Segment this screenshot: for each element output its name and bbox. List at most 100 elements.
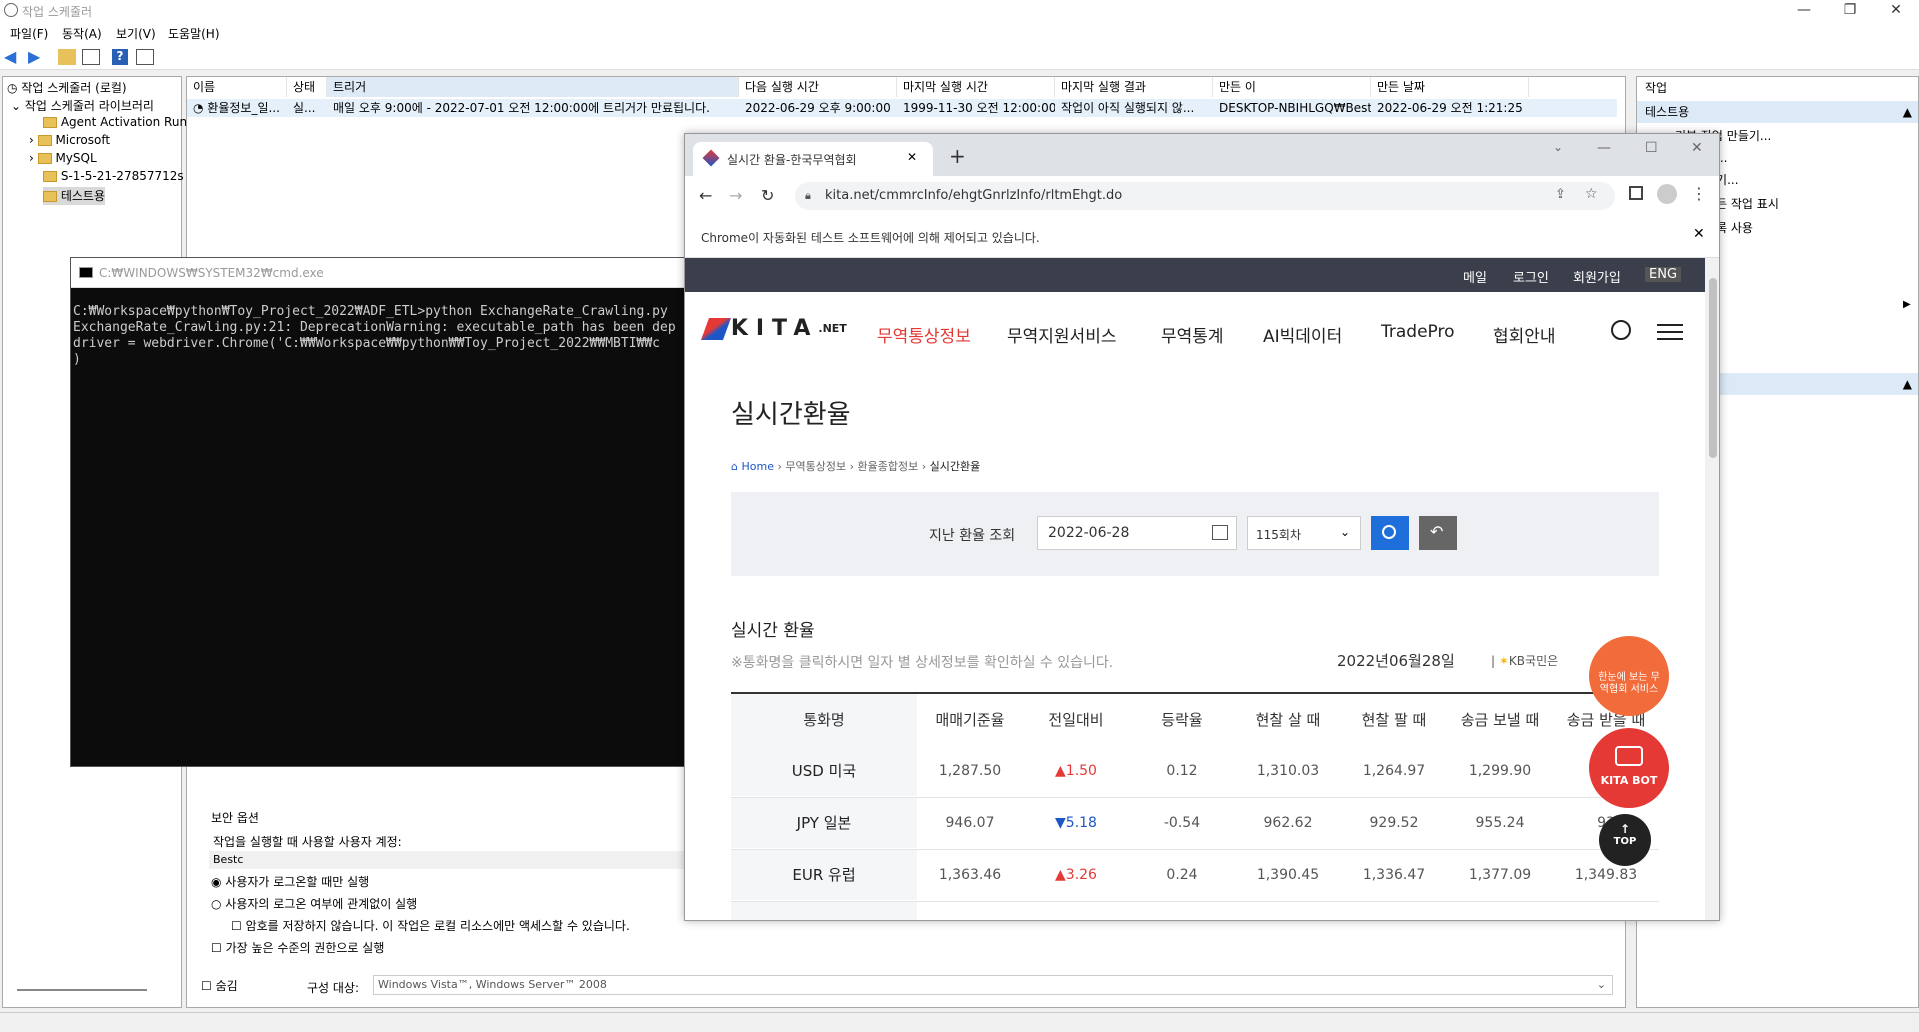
col-status[interactable]: 상태 bbox=[287, 77, 327, 97]
table-row[interactable]: CNY 중국192.60▲0.390.20204.15182.97194.521… bbox=[731, 902, 1659, 920]
rate-cell: 1,390.45 bbox=[1256, 867, 1320, 883]
help-icon[interactable]: ? bbox=[112, 49, 128, 65]
col-created[interactable]: 만든 날짜 bbox=[1371, 77, 1529, 97]
tree-test[interactable]: 테스트용 bbox=[43, 187, 105, 205]
radio-any-logon[interactable]: ○ 사용자의 로그온 여부에 관계없이 실행 bbox=[211, 895, 417, 912]
star-icon[interactable]: ☆ bbox=[1585, 186, 1598, 202]
col-last-result[interactable]: 마지막 실행 결과 bbox=[1055, 77, 1213, 97]
profile-icon[interactable] bbox=[1657, 184, 1677, 204]
url-bar[interactable]: 🔒︎ kita.net/cmmrcInfo/ehgtGnrlzInfo/rltm… bbox=[795, 182, 1615, 210]
nav-support[interactable]: 무역지원서비스 bbox=[1007, 322, 1116, 347]
tab-close-icon[interactable]: ✕ bbox=[907, 150, 917, 164]
hidden-checkbox[interactable]: ☐ 숨김 bbox=[201, 977, 238, 994]
menu-view[interactable]: 보기(V) bbox=[116, 25, 156, 42]
kb-star-icon: ✶ bbox=[1498, 654, 1509, 668]
nav-ai[interactable]: AI빅데이터 bbox=[1263, 322, 1342, 347]
address-bar-row: ← → ↻ 🔒︎ kita.net/cmmrcInfo/ehgtGnrlzInf… bbox=[685, 176, 1719, 216]
collapse-icon[interactable]: ▲ bbox=[1903, 101, 1912, 123]
maximize-icon[interactable]: ❐ bbox=[1827, 0, 1873, 22]
collapse-icon[interactable]: ▲ bbox=[1903, 373, 1912, 395]
browser-tab[interactable]: 실시간 환율-한국무역협회 ✕ bbox=[693, 142, 933, 176]
checkbox-highest[interactable]: ☐ 가장 높은 수준의 권한으로 실행 bbox=[211, 939, 384, 956]
col-last-run[interactable]: 마지막 실행 시간 bbox=[897, 77, 1055, 97]
radio-logon-only[interactable]: ◉ 사용자가 로그온할 때만 실행 bbox=[211, 873, 369, 890]
minimize-icon[interactable]: — bbox=[1781, 0, 1827, 22]
maximize-icon[interactable]: ☐ bbox=[1645, 140, 1658, 156]
top-button[interactable]: ↑ TOP bbox=[1599, 814, 1651, 866]
tree-root[interactable]: ◷ 작업 스케줄러 (로컬) bbox=[7, 79, 127, 97]
cmd-window[interactable]: C:₩WINDOWS₩SYSTEM32₩cmd.exe C:₩Workspace… bbox=[70, 257, 711, 767]
round-select[interactable]: 115회차 ⌄ bbox=[1247, 516, 1361, 550]
config-select[interactable]: Windows Vista™, Windows Server™ 2008 ⌄ bbox=[373, 975, 1613, 995]
col-next-run[interactable]: 다음 실행 시간 bbox=[739, 77, 897, 97]
col-author[interactable]: 만든 이 bbox=[1213, 77, 1371, 97]
tree-agent[interactable]: Agent Activation Run bbox=[43, 115, 187, 133]
col-trigger[interactable]: 트리거 bbox=[327, 77, 739, 97]
search-icon[interactable] bbox=[1611, 320, 1631, 340]
cmd-line: driver = webdriver.Chrome('C:₩₩Workspace… bbox=[73, 336, 660, 351]
col-name[interactable]: 이름 bbox=[187, 77, 287, 97]
service-float-button[interactable]: 한눈에 보는 무역협회 서비스 bbox=[1589, 636, 1669, 716]
currency-name[interactable]: JPY 일본 bbox=[731, 798, 917, 848]
calendar-icon[interactable] bbox=[1212, 525, 1228, 540]
sidepanel-icon[interactable] bbox=[1629, 186, 1643, 200]
kita-logo[interactable]: KITA.NET bbox=[700, 316, 847, 346]
back-icon[interactable]: ← bbox=[699, 186, 712, 205]
panel-icon[interactable] bbox=[136, 49, 154, 65]
folder-icon bbox=[37, 135, 52, 146]
kita-bot-button[interactable]: KITA BOT bbox=[1589, 728, 1669, 808]
close-icon[interactable]: ✕ bbox=[1873, 0, 1919, 22]
checkbox-no-password[interactable]: ☐ 암호를 저장하지 않습니다. 이 작업은 로컬 리소스에만 액세스할 수 있… bbox=[231, 917, 630, 934]
reload-icon[interactable]: ↻ bbox=[761, 186, 774, 205]
close-icon[interactable]: ✕ bbox=[1691, 140, 1703, 156]
toolbar: ◀ ▶ ? bbox=[0, 44, 1919, 70]
rate-cell: ▲1.50 bbox=[1055, 763, 1097, 779]
currency-name[interactable]: USD 미국 bbox=[731, 746, 917, 796]
up-folder-icon[interactable] bbox=[58, 49, 76, 65]
date-input[interactable]: 2022-06-28 bbox=[1037, 516, 1237, 550]
breadcrumb: ⌂ Home › 무역통상정보 › 환율종합정보 › 실시간환율 bbox=[731, 460, 981, 473]
link-signup[interactable]: 회원가입 bbox=[1573, 267, 1621, 286]
task-row[interactable]: ◔ 환율정보_일... 실... 매일 오후 9:00에 - 2022-07-0… bbox=[187, 99, 1617, 117]
link-mail[interactable]: 메일 bbox=[1463, 267, 1487, 286]
currency-name[interactable]: EUR 유럽 bbox=[731, 850, 917, 900]
new-tab-icon[interactable]: + bbox=[949, 144, 966, 168]
nav-about[interactable]: 협회안내 bbox=[1493, 322, 1556, 347]
tree-library[interactable]: ⌄ 작업 스케줄러 라이브러리 bbox=[11, 97, 154, 115]
back-arrow-icon[interactable]: ◀ bbox=[4, 47, 26, 67]
tree-mysql[interactable]: › MySQL bbox=[29, 151, 97, 169]
link-login[interactable]: 로그인 bbox=[1513, 267, 1549, 286]
menu-action[interactable]: 동작(A) bbox=[62, 25, 102, 42]
tree-sid[interactable]: S-1-5-21-27857712s bbox=[43, 169, 184, 187]
menu-file[interactable]: 파일(F) bbox=[10, 25, 48, 42]
kebab-menu-icon[interactable]: ⋮ bbox=[1691, 184, 1707, 203]
horizontal-scrollbar[interactable] bbox=[17, 989, 147, 991]
table-row[interactable]: EUR 유럽 1,363.46 ▲3.26 0.24 1,390.45 1,336.47 1… bbox=[731, 850, 1659, 902]
nav-tradepro[interactable]: TradePro bbox=[1381, 322, 1455, 342]
forward-arrow-icon[interactable]: ▶ bbox=[28, 47, 50, 67]
page-scrollbar[interactable] bbox=[1705, 258, 1719, 920]
forward-icon[interactable]: → bbox=[729, 186, 742, 205]
cell-next-run: 2022-06-29 오후 9:00:00 bbox=[745, 101, 891, 115]
tree-microsoft[interactable]: › Microsoft bbox=[29, 133, 110, 151]
scroll-thumb[interactable] bbox=[1709, 278, 1717, 458]
rate-rows: USD 미국 1,287.50 ▲1.50 0.12 1,310.03 1,264.97 1… bbox=[731, 746, 1659, 920]
properties-icon[interactable] bbox=[82, 49, 100, 65]
submenu-arrow-icon[interactable]: ▶ bbox=[1903, 299, 1911, 310]
table-row[interactable]: JPY 일본 946.07 ▼5.18 -0.54 962.62 929.52 955.24… bbox=[731, 798, 1659, 850]
tab-search-icon[interactable]: ⌄ bbox=[1553, 140, 1563, 154]
link-eng[interactable]: ENG bbox=[1645, 267, 1682, 282]
rate-cell: 0.24 bbox=[1166, 867, 1198, 883]
minimize-icon[interactable]: — bbox=[1597, 140, 1611, 156]
search-button[interactable] bbox=[1371, 516, 1409, 550]
nav-stats[interactable]: 무역통계 bbox=[1161, 322, 1224, 347]
folder-icon bbox=[43, 117, 57, 128]
share-icon[interactable]: ⇪ bbox=[1555, 187, 1566, 202]
currency-name[interactable]: CNY 중국 bbox=[731, 902, 917, 920]
reset-button[interactable]: ↶ bbox=[1419, 516, 1457, 550]
account-label: 작업을 실행할 때 사용할 사용자 계정: bbox=[213, 835, 402, 849]
nav-trade-info[interactable]: 무역통상정보 bbox=[877, 322, 971, 347]
table-row[interactable]: USD 미국 1,287.50 ▲1.50 0.12 1,310.03 1,264.97 1… bbox=[731, 746, 1659, 798]
menu-help[interactable]: 도움말(H) bbox=[168, 25, 220, 42]
infobar-close-icon[interactable]: ✕ bbox=[1693, 226, 1705, 242]
